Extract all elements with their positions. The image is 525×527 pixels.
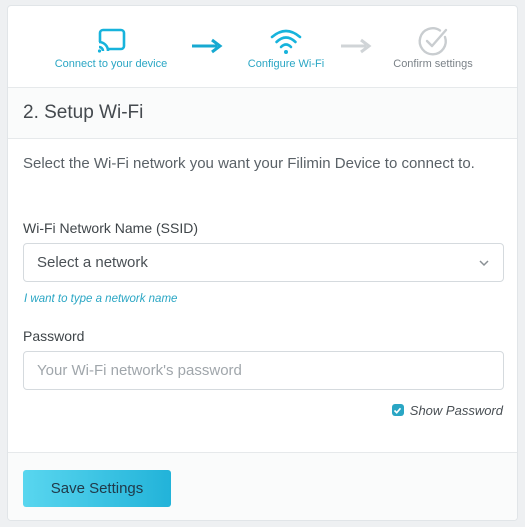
section-title: 2. Setup Wi-Fi [23,102,144,123]
step-configure-label: Configure Wi-Fi [247,58,325,70]
instructions-text: Select the Wi-Fi network you want your F… [23,155,475,172]
chevron-down-icon [479,260,489,267]
arrow-right-icon [341,38,372,54]
wifi-icon [270,29,302,54]
step-connect-label: Connect to your device [54,58,168,70]
network-label: Wi-Fi Network Name (SSID) [23,220,199,236]
setup-card: Connect to your device Configure Wi-Fi C… [7,5,518,521]
password-label: Password [23,328,85,344]
show-password-checkbox[interactable] [391,404,404,416]
password-input[interactable] [23,351,504,390]
checkmark-icon [394,407,402,414]
section-header: 2. Setup Wi-Fi [8,87,517,139]
network-select-value: Select a network [37,254,148,271]
save-settings-button[interactable]: Save Settings [23,470,171,507]
network-select[interactable]: Select a network [23,243,504,282]
progress-steps: Connect to your device Configure Wi-Fi C… [8,6,517,86]
show-password-toggle[interactable]: Show Password [391,401,503,419]
footer: Save Settings [8,452,517,520]
check-circle-icon [418,27,448,56]
cast-icon [97,28,126,54]
type-network-name-link[interactable]: I want to type a network name [24,293,177,305]
show-password-label: Show Password [409,402,503,418]
arrow-right-icon [192,38,223,54]
step-confirm-label: Confirm settings [393,58,473,70]
